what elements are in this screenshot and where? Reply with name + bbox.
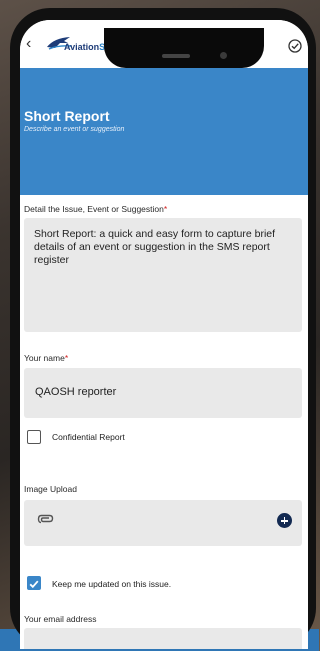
check-circle-icon[interactable] xyxy=(288,39,302,53)
keep-updated-label: Keep me updated on this issue. xyxy=(52,579,172,589)
confidential-label: Confidential Report xyxy=(52,432,125,442)
issue-textarea[interactable]: Short Report: a quick and easy form to c… xyxy=(24,218,302,332)
name-input[interactable]: QAOSH reporter xyxy=(24,368,302,418)
email-input[interactable] xyxy=(24,628,302,649)
email-label: Your email address xyxy=(24,614,97,624)
back-icon[interactable]: ‹ xyxy=(26,35,31,53)
image-upload-field[interactable] xyxy=(24,500,302,546)
confidential-checkbox[interactable] xyxy=(27,430,41,444)
image-upload-label: Image Upload xyxy=(24,484,77,494)
phone-notch xyxy=(104,28,264,68)
page-subtitle: Describe an event or suggestion xyxy=(24,126,125,133)
issue-label-text: Detail the Issue, Event or Suggestion xyxy=(24,204,164,214)
required-mark: * xyxy=(64,353,69,363)
logo-text-main: Aviation xyxy=(64,42,100,52)
camera-lens xyxy=(220,52,227,59)
name-input-value: QAOSH reporter xyxy=(35,386,117,398)
issue-textarea-value: Short Report: a quick and easy form to c… xyxy=(34,228,276,266)
name-label-text: Your name xyxy=(24,353,65,363)
phone-screen: ‹ AviationSMS Short Report Describe an e… xyxy=(20,20,308,649)
name-label: Your name* xyxy=(24,353,68,363)
paperclip-icon[interactable] xyxy=(37,513,54,525)
issue-label: Detail the Issue, Event or Suggestion* xyxy=(24,204,167,214)
plus-circle-icon[interactable] xyxy=(277,513,292,528)
keep-updated-checkbox[interactable] xyxy=(27,576,41,590)
speaker-grille xyxy=(162,54,190,58)
checkmark-icon xyxy=(29,580,39,589)
page-title: Short Report xyxy=(24,108,110,124)
required-mark: * xyxy=(163,204,168,214)
